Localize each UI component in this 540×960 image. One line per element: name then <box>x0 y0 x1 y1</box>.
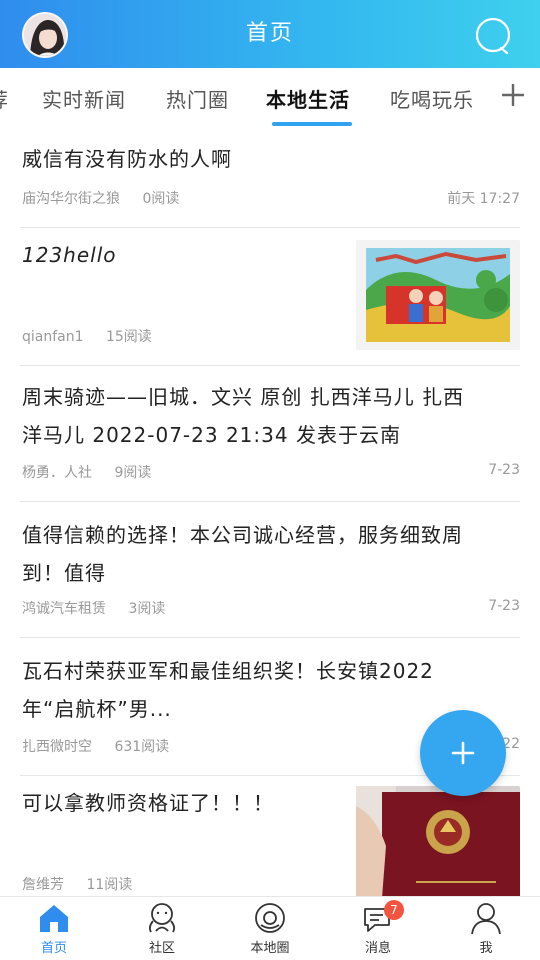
feed-item-meta: 鸿诚汽车租赁 3阅读 <box>22 598 183 618</box>
profile-icon <box>471 903 501 935</box>
feed-item-title: 值得信赖的选择！本公司诚心经营，服务细致周 到！值得 <box>22 516 463 592</box>
feed-item-title: 可以拿教师资格证了！！！ <box>22 784 274 822</box>
nav-local-circle[interactable]: 本地圈 <box>216 897 324 960</box>
title-line: 洋马儿 2022-07-23 21:34 发表于云南 <box>22 423 401 447</box>
feed-item-meta: 庙沟华尔街之狼 0阅读 <box>22 188 197 208</box>
author: 詹维芳 <box>22 877 64 893</box>
app-root: 首页 荐 实时新闻 热门圈 本地生活 吃喝玩乐 威信有没有防水的人啊 <box>0 0 540 960</box>
feed-item[interactable]: 威信有没有防水的人啊 庙沟华尔街之狼 0阅读 前天 17:27 <box>0 128 540 228</box>
nav-label: 消息 <box>364 941 391 956</box>
feed-item-title: 威信有没有防水的人啊 <box>22 140 232 178</box>
author: 庙沟华尔街之狼 <box>22 191 120 207</box>
timestamp: 7-23 <box>488 598 520 614</box>
tab-hot-circle[interactable]: 热门圈 <box>166 84 229 113</box>
title-line: 年“启航杯”男... <box>22 697 172 721</box>
community-icon <box>148 903 176 933</box>
read-count: 631阅读 <box>114 739 170 755</box>
title-line: 123hello <box>22 243 117 267</box>
author: 扎西微时空 <box>22 739 92 755</box>
title-line: 瓦石村荣获亚军和最佳组织奖！长安镇2022 <box>22 659 434 683</box>
feed-item[interactable]: 123hello qianfan1 15阅读 <box>0 228 540 366</box>
local-circle-icon <box>255 903 285 933</box>
search-button[interactable] <box>474 16 514 56</box>
read-count: 9阅读 <box>114 465 152 481</box>
active-tab-indicator <box>272 122 352 126</box>
feed-item[interactable]: 值得信赖的选择！本公司诚心经营，服务细致周 到！值得 鸿诚汽车租赁 3阅读 7-… <box>0 502 540 638</box>
nav-profile[interactable]: 我 <box>432 897 540 960</box>
title-line: 威信有没有防水的人啊 <box>22 147 232 171</box>
thumbnail-children-drawing <box>356 240 520 350</box>
timestamp: 7-23 <box>488 462 520 478</box>
timestamp: 前天 17:27 <box>447 191 520 207</box>
unread-badge: 7 <box>384 900 404 920</box>
feed-item-title: 瓦石村荣获亚军和最佳组织奖！长安镇2022 年“启航杯”男... <box>22 652 434 728</box>
search-icon <box>475 17 511 55</box>
feed-item[interactable]: 周末骑迹——旧城．文兴 原创 扎西洋马儿 扎西 洋马儿 2022-07-23 2… <box>0 366 540 502</box>
read-count: 11阅读 <box>86 877 133 893</box>
read-count: 0阅读 <box>142 191 180 207</box>
author: 杨勇．人社 <box>22 465 92 481</box>
author: qianfan1 <box>22 329 84 345</box>
feed-item-meta: qianfan1 15阅读 <box>22 326 170 346</box>
nav-messages[interactable]: 7 消息 <box>324 897 432 960</box>
top-header: 首页 <box>0 0 540 68</box>
feed-item-meta: 詹维芳 11阅读 <box>22 874 150 894</box>
home-icon <box>40 905 68 932</box>
title-line: 到！值得 <box>22 561 106 585</box>
nav-community[interactable]: 社区 <box>108 897 216 960</box>
read-count: 3阅读 <box>128 601 166 617</box>
title-line: 周末骑迹——旧城．文兴 原创 扎西洋马儿 扎西 <box>22 385 465 409</box>
nav-label: 社区 <box>148 941 175 956</box>
tab-local-life[interactable]: 本地生活 <box>266 84 350 113</box>
nav-label: 我 <box>479 941 493 956</box>
nav-label: 首页 <box>40 941 67 956</box>
plus-icon <box>502 84 524 106</box>
nav-home[interactable]: 首页 <box>0 897 108 960</box>
feed-item-title: 123hello <box>22 236 117 274</box>
tab-realtime-news[interactable]: 实时新闻 <box>42 84 126 113</box>
add-tab-button[interactable] <box>500 82 526 108</box>
feed-item-meta: 杨勇．人社 9阅读 <box>22 462 169 482</box>
nav-label: 本地圈 <box>250 941 290 956</box>
title-line: 可以拿教师资格证了！！！ <box>22 791 274 815</box>
thumbnail-certificate <box>356 786 520 896</box>
feed-item-meta: 扎西微时空 631阅读 <box>22 736 187 756</box>
plus-icon <box>451 741 475 765</box>
create-post-button[interactable] <box>420 710 506 796</box>
bottom-nav: 首页 社区 本地圈 7 消息 我 <box>0 896 540 960</box>
title-line: 值得信赖的选择！本公司诚心经营，服务细致周 <box>22 523 463 547</box>
tab-recommend[interactable]: 荐 <box>0 84 9 113</box>
feed-item-title: 周末骑迹——旧城．文兴 原创 扎西洋马儿 扎西 洋马儿 2022-07-23 2… <box>22 378 464 454</box>
category-tabs: 荐 实时新闻 热门圈 本地生活 吃喝玩乐 <box>0 68 540 128</box>
page-title: 首页 <box>245 21 294 46</box>
read-count: 15阅读 <box>105 329 152 345</box>
tab-food-fun[interactable]: 吃喝玩乐 <box>390 84 474 113</box>
author: 鸿诚汽车租赁 <box>22 601 106 617</box>
